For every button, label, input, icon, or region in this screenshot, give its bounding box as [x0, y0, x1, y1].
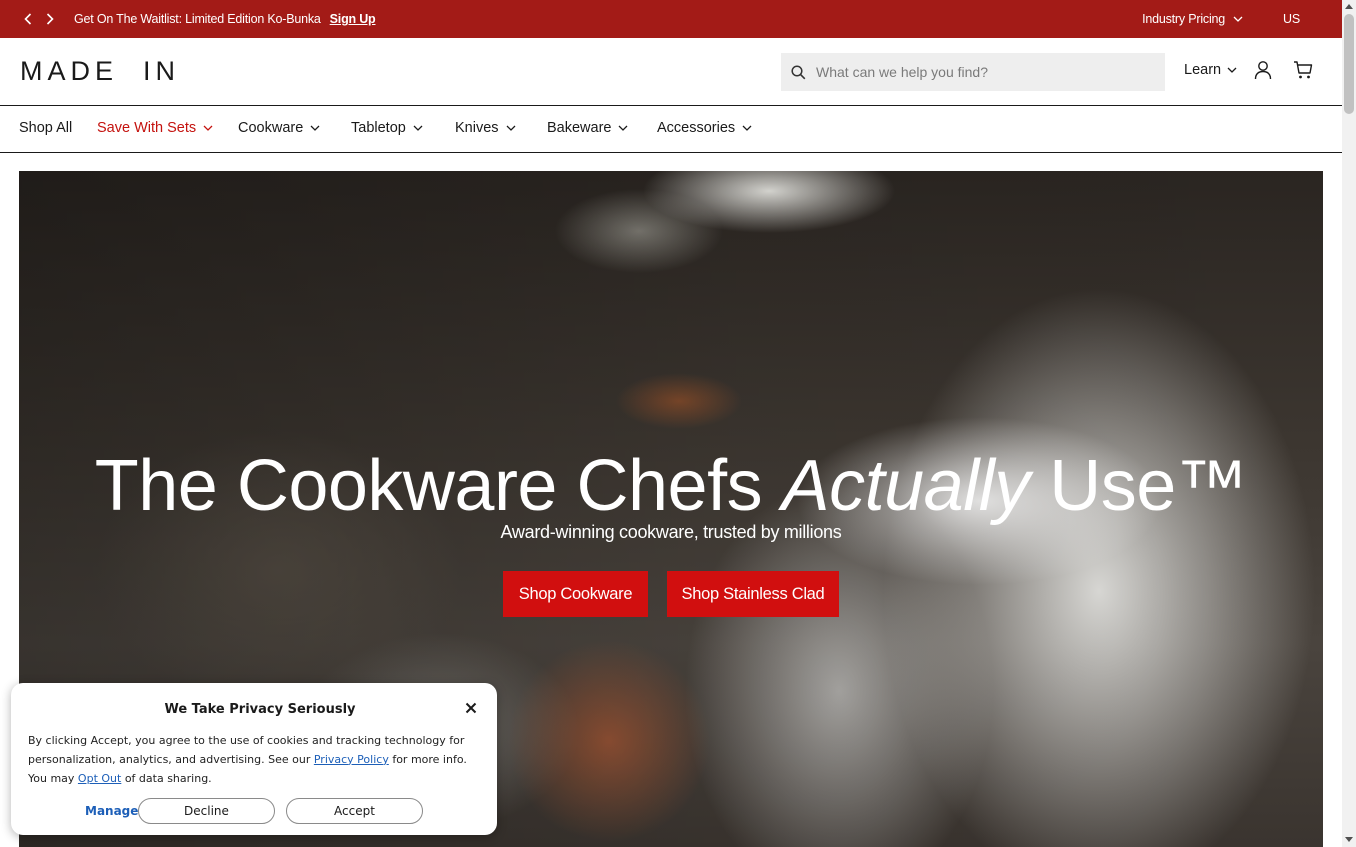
made-in-logo[interactable]: MADE IN	[20, 56, 180, 87]
chevron-down-icon	[619, 125, 628, 131]
search-icon	[791, 64, 806, 79]
chevron-down-icon	[506, 125, 515, 131]
chevron-right-icon[interactable]	[42, 11, 58, 27]
close-icon[interactable]	[463, 700, 479, 716]
learn-dropdown[interactable]: Learn	[1184, 62, 1237, 78]
chevron-down-icon	[203, 125, 213, 131]
nav-item-label: Cookware	[238, 120, 304, 136]
chevron-down-icon	[1233, 16, 1243, 22]
nav-item-label: Save With Sets	[97, 120, 197, 136]
privacy-dialog: We Take Privacy Seriously By clicking Ac…	[11, 683, 497, 835]
shop-stainless-clad-button[interactable]: Shop Stainless Clad	[667, 571, 839, 617]
privacy-text-3: of data sharing.	[121, 771, 212, 785]
industry-pricing-dropdown[interactable]: Industry Pricing	[1142, 12, 1243, 26]
nav-item-accessories[interactable]: Accessories	[657, 120, 752, 136]
hero-title-part2: Use™	[1029, 446, 1248, 526]
cart-icon[interactable]	[1293, 60, 1313, 80]
industry-pricing-label: Industry Pricing	[1142, 12, 1226, 26]
search-bar[interactable]	[781, 53, 1165, 91]
region-selector[interactable]: US	[1283, 12, 1300, 26]
sign-up-link[interactable]: Sign Up	[330, 12, 376, 26]
hero-title-part1: The Cookware Chefs	[94, 446, 782, 526]
hero-title: The Cookware Chefs Actually Use™	[19, 445, 1323, 527]
nav-item-label: Accessories	[657, 120, 736, 136]
shop-cookware-button[interactable]: Shop Cookware	[503, 571, 648, 617]
nav-item-shop-all[interactable]: Shop All	[19, 120, 72, 136]
privacy-title: We Take Privacy Seriously	[164, 702, 356, 717]
learn-label: Learn	[1184, 62, 1222, 78]
announcement-bar: Get On The Waitlist: Limited Edition Ko-…	[0, 0, 1342, 38]
nav-item-bakeware[interactable]: Bakeware	[547, 120, 628, 136]
chevron-down-icon	[1227, 67, 1237, 73]
nav-item-label: Shop All	[19, 120, 73, 136]
account-icon[interactable]	[1254, 60, 1272, 80]
nav-item-label: Tabletop	[351, 120, 406, 136]
nav-item-tabletop[interactable]: Tabletop	[351, 120, 423, 136]
nav-item-knives[interactable]: Knives	[455, 120, 516, 136]
scroll-up-arrow-icon[interactable]	[1345, 4, 1353, 9]
nav-item-cookware[interactable]: Cookware	[238, 120, 320, 136]
nav-item-save-with-sets[interactable]: Save With Sets	[97, 120, 213, 136]
site-header: MADE IN Learn	[0, 38, 1342, 106]
scroll-down-arrow-icon[interactable]	[1345, 837, 1353, 842]
page-scrollbar[interactable]	[1342, 0, 1356, 847]
hero-title-italic: Actually	[781, 446, 1031, 526]
hero-subtitle: Award-winning cookware, trusted by milli…	[500, 522, 842, 542]
accept-button[interactable]: Accept	[286, 798, 423, 824]
main-nav: Shop All Save With Sets Cookware Tableto…	[0, 106, 1342, 153]
announcement-right: Industry Pricing US	[1142, 12, 1342, 26]
decline-button[interactable]: Decline	[138, 798, 275, 824]
nav-item-label: Bakeware	[547, 120, 612, 136]
manage-button[interactable]: Manage	[85, 804, 138, 818]
privacy-policy-link[interactable]: Privacy Policy	[314, 753, 389, 766]
scroll-thumb[interactable]	[1344, 14, 1354, 114]
chevron-down-icon	[742, 125, 752, 131]
announcement-arrows	[20, 11, 58, 27]
chevron-down-icon	[310, 125, 320, 131]
opt-out-link[interactable]: Opt Out	[78, 772, 121, 785]
chevron-down-icon	[413, 125, 423, 131]
chevron-left-icon[interactable]	[20, 11, 36, 27]
nav-item-label: Knives	[455, 120, 499, 136]
search-input[interactable]	[816, 64, 1146, 80]
privacy-text: By clicking Accept, you agree to the use…	[28, 732, 483, 788]
page: Get On The Waitlist: Limited Edition Ko-…	[0, 0, 1356, 847]
announcement-message: Get On The Waitlist: Limited Edition Ko-…	[74, 12, 321, 26]
